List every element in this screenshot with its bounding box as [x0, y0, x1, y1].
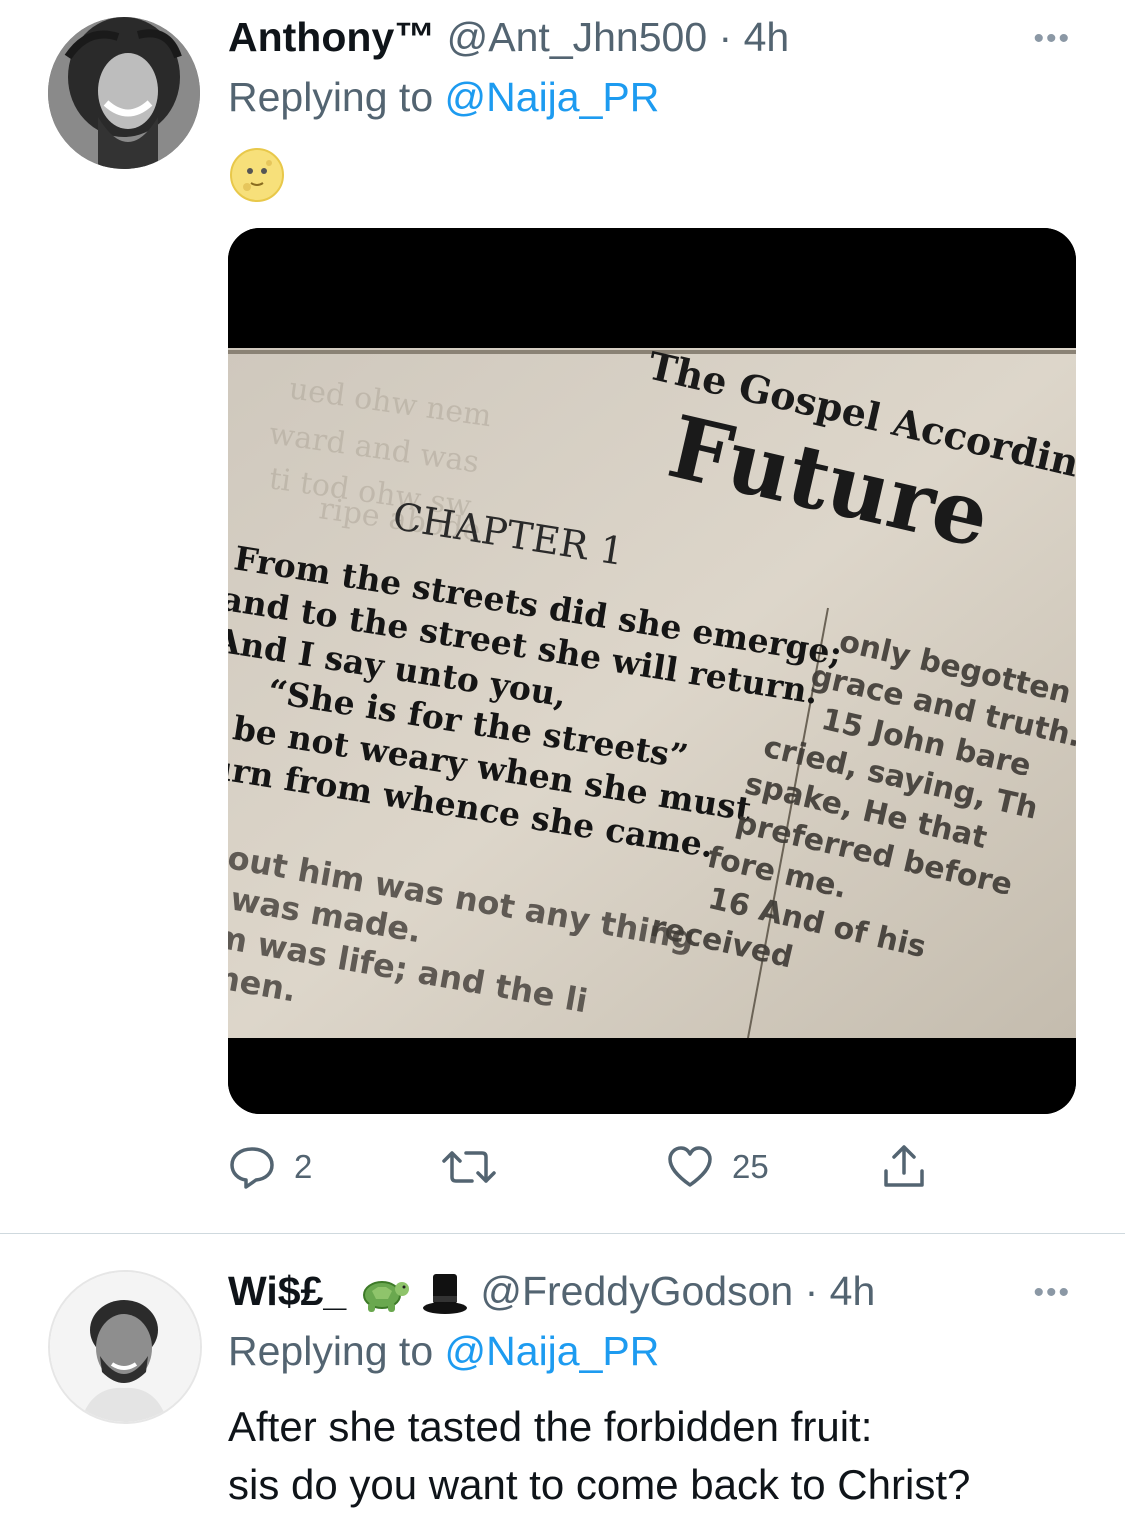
tweet-header: Wi$£_ @FreddyGodson · 4h [228, 1266, 875, 1318]
top-hat-emoji [422, 1274, 467, 1315]
share-button[interactable] [880, 1142, 928, 1192]
avatar[interactable] [48, 17, 200, 169]
like-button[interactable]: 25 [666, 1142, 769, 1192]
replying-to: Replying to @Naija_PR [228, 1326, 659, 1376]
avatar-photo [50, 1272, 200, 1422]
tweet-text-line-2: sis do you want to come back to Christ? [228, 1461, 971, 1508]
tweet-2[interactable]: Wi$£_ @FreddyGodson · 4h ••• Replying to… [0, 1234, 1125, 1529]
tweet-action-bar: 2 25 [228, 1142, 948, 1192]
heart-icon [668, 1146, 712, 1187]
tweet-header: Anthony™ @Ant_Jhn500 · 4h [228, 12, 789, 62]
moon-face-emoji [230, 148, 284, 202]
replying-to-link[interactable]: @Naija_PR [445, 1328, 660, 1374]
separator-dot: · [718, 14, 733, 60]
tweet-text-line-1: After she tasted the forbidden fruit: [228, 1403, 873, 1450]
reply-icon [230, 1147, 274, 1189]
like-count: 25 [732, 1148, 769, 1185]
retweet-icon [442, 1151, 496, 1183]
timestamp[interactable]: 4h [744, 14, 790, 60]
turtle-emoji [362, 1281, 409, 1313]
more-options-icon[interactable]: ••• [1033, 1276, 1071, 1310]
reply-button[interactable]: 2 [228, 1142, 312, 1192]
display-name[interactable]: Anthony™ [228, 14, 435, 60]
reply-count: 2 [294, 1148, 313, 1185]
tweet-1[interactable]: Anthony™ @Ant_Jhn500 · 4h ••• Replying t… [0, 0, 1125, 1233]
more-options-icon[interactable]: ••• [1033, 22, 1071, 56]
display-name[interactable]: Wi$£_ [228, 1268, 346, 1314]
timestamp[interactable]: 4h [830, 1268, 876, 1314]
avatar-photo [48, 17, 200, 169]
separator-dot: · [804, 1268, 819, 1314]
tweet-text: After she tasted the forbidden fruit: si… [228, 1398, 970, 1514]
share-icon [884, 1145, 924, 1187]
avatar[interactable] [48, 1270, 202, 1424]
retweet-button[interactable] [440, 1142, 498, 1192]
replying-to: Replying to @Naija_PR [228, 72, 659, 122]
replying-prefix: Replying to [228, 1328, 434, 1374]
bible-page-image: ued ohw nem ward and was ti tod ohw sw r… [228, 228, 1076, 1114]
replying-to-link[interactable]: @Naija_PR [445, 74, 660, 120]
tweet-media-image[interactable]: ued ohw nem ward and was ti tod ohw sw r… [228, 228, 1076, 1114]
replying-prefix: Replying to [228, 74, 434, 120]
user-handle[interactable]: @Ant_Jhn500 [447, 14, 707, 60]
user-handle[interactable]: @FreddyGodson [480, 1268, 793, 1314]
